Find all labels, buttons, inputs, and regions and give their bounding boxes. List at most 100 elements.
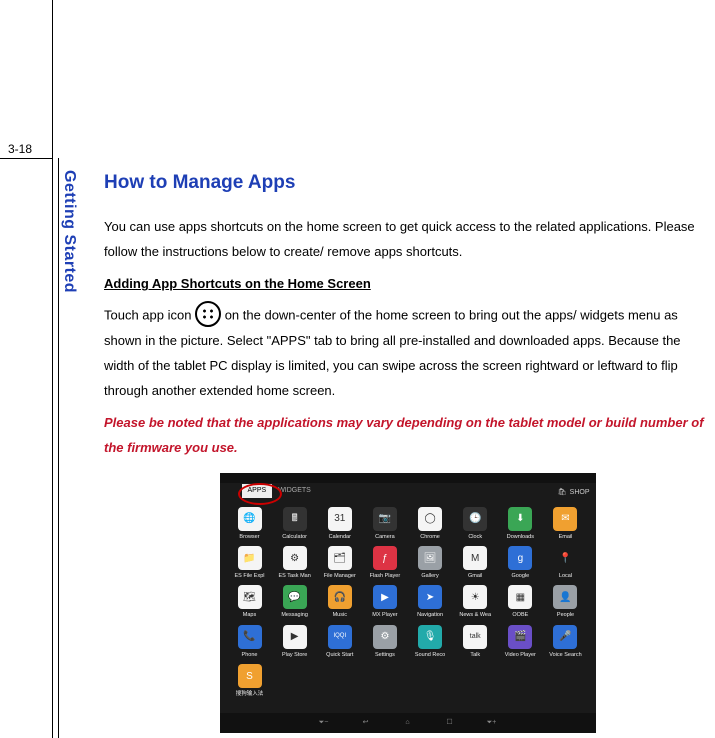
app-voice[interactable]: 🎤Voice Search — [547, 625, 583, 660]
app-es-file[interactable]: 📁ES File Expl — [232, 546, 268, 581]
shop-link[interactable]: 🛍 SHOP — [558, 486, 590, 499]
system-navbar: ⏷− ↩ ⌂ ☐ ⏷+ — [220, 713, 596, 733]
nav-arrow-icon: ➤ — [418, 585, 442, 609]
subheading: Adding App Shortcuts on the Home Screen — [104, 272, 711, 297]
app-chrome[interactable]: ◯Chrome — [412, 507, 448, 542]
volume-up-icon[interactable]: ⏷+ — [485, 716, 499, 730]
tablet-screenshot: APPS WIDGETS 🛍 SHOP 🌐Browser 🖩Calculator… — [220, 473, 596, 733]
apps-row: 📁ES File Expl ⚙ES Task Man 🗂File Manager… — [232, 546, 584, 581]
phone-icon: 📞 — [238, 625, 262, 649]
task-icon: ⚙ — [283, 546, 307, 570]
app-flash[interactable]: ƒFlash Player — [367, 546, 403, 581]
tab-widgets[interactable]: WIDGETS — [272, 484, 317, 498]
app-soundrec[interactable]: 🎙Sound Reco — [412, 625, 448, 660]
app-phone[interactable]: 📞Phone — [232, 625, 268, 660]
people-icon: 👤 — [553, 585, 577, 609]
sogou-icon: S — [238, 664, 262, 688]
news-icon: ☀ — [463, 585, 487, 609]
app-clock[interactable]: 🕒Clock — [457, 507, 493, 542]
video-icon: 🎬 — [508, 625, 532, 649]
shop-label: SHOP — [570, 486, 590, 499]
page-title: How to Manage Apps — [104, 165, 711, 201]
back-icon[interactable]: ↩ — [359, 716, 373, 730]
status-bar — [220, 473, 596, 483]
pin-icon: 📍 — [553, 546, 577, 570]
clock-icon: 🕒 — [463, 507, 487, 531]
app-es-task[interactable]: ⚙ES Task Man — [277, 546, 313, 581]
app-quickstart[interactable]: IQQIQuick Start — [322, 625, 358, 660]
app-email[interactable]: ✉Email — [547, 507, 583, 542]
voice-icon: 🎤 — [553, 625, 577, 649]
playstore-icon: ▶ — [283, 625, 307, 649]
page-number: 3-18 — [0, 142, 52, 156]
app-talk[interactable]: talkTalk — [457, 625, 493, 660]
calendar-icon: 31 — [328, 507, 352, 531]
calculator-icon: 🖩 — [283, 507, 307, 531]
apps-row: 🗺Maps 💬Messaging 🎧Music ▶MX Player ➤Navi… — [232, 585, 584, 620]
quickstart-icon: IQQI — [328, 625, 352, 649]
app-camera[interactable]: 📷Camera — [367, 507, 403, 542]
apps-grid: 🌐Browser 🖩Calculator 31Calendar 📷Camera … — [220, 499, 596, 700]
app-messaging[interactable]: 💬Messaging — [277, 585, 313, 620]
folder-icon: 📁 — [238, 546, 262, 570]
apps-row: 🌐Browser 🖩Calculator 31Calendar 📷Camera … — [232, 507, 584, 542]
margin-rule-inner — [58, 158, 59, 738]
globe-icon: 🌐 — [238, 507, 262, 531]
section-label: Getting Started — [60, 170, 78, 293]
flash-icon: ƒ — [373, 546, 397, 570]
music-icon: 🎧 — [328, 585, 352, 609]
tablet-screen: APPS WIDGETS 🛍 SHOP 🌐Browser 🖩Calculator… — [220, 473, 596, 733]
settings-icon: ⚙ — [373, 625, 397, 649]
apps-launcher-icon — [195, 301, 221, 327]
app-sogou[interactable]: S搜狗输入法 — [232, 664, 268, 699]
google-icon: g — [508, 546, 532, 570]
app-calculator[interactable]: 🖩Calculator — [277, 507, 313, 542]
mic-icon: 🎙 — [418, 625, 442, 649]
app-file-manager[interactable]: 🗂File Manager — [322, 546, 358, 581]
app-music[interactable]: 🎧Music — [322, 585, 358, 620]
intro-paragraph: You can use apps shortcuts on the home s… — [104, 215, 711, 264]
app-oobe[interactable]: ▦OOBE — [502, 585, 538, 620]
app-people[interactable]: 👤People — [547, 585, 583, 620]
app-downloads[interactable]: ⬇Downloads — [502, 507, 538, 542]
apps-row: S搜狗输入法 — [232, 664, 584, 699]
play-icon: ▶ — [373, 585, 397, 609]
app-gallery[interactable]: 🖼Gallery — [412, 546, 448, 581]
tab-apps[interactable]: APPS — [242, 484, 273, 498]
app-google[interactable]: gGoogle — [502, 546, 538, 581]
tab-bar: APPS WIDGETS 🛍 SHOP — [220, 483, 596, 499]
message-icon: 💬 — [283, 585, 307, 609]
download-icon: ⬇ — [508, 507, 532, 531]
app-navigation[interactable]: ➤Navigation — [412, 585, 448, 620]
app-playstore[interactable]: ▶Play Store — [277, 625, 313, 660]
recents-icon[interactable]: ☐ — [443, 716, 457, 730]
gmail-icon: M — [463, 546, 487, 570]
app-video[interactable]: 🎬Video Player — [502, 625, 538, 660]
camera-icon: 📷 — [373, 507, 397, 531]
manual-page: 3-18 Getting Started How to Manage Apps … — [0, 0, 715, 738]
app-gmail[interactable]: MGmail — [457, 546, 493, 581]
email-icon: ✉ — [553, 507, 577, 531]
app-mxplayer[interactable]: ▶MX Player — [367, 585, 403, 620]
maps-icon: 🗺 — [238, 585, 262, 609]
apps-row: 📞Phone ▶Play Store IQQIQuick Start ⚙Sett… — [232, 625, 584, 660]
home-icon[interactable]: ⌂ — [401, 716, 415, 730]
app-maps[interactable]: 🗺Maps — [232, 585, 268, 620]
app-calendar[interactable]: 31Calendar — [322, 507, 358, 542]
margin-rule-outer — [52, 0, 53, 738]
chrome-icon: ◯ — [418, 507, 442, 531]
talk-icon: talk — [463, 625, 487, 649]
instruction-paragraph: Touch app icon on the down-center of the… — [104, 303, 711, 403]
folder-icon: 🗂 — [328, 546, 352, 570]
para-rest: on the down-center of the home screen to… — [104, 308, 681, 398]
page-number-rule — [0, 158, 52, 159]
para-lead: Touch app icon — [104, 308, 191, 323]
app-settings[interactable]: ⚙Settings — [367, 625, 403, 660]
gallery-icon: 🖼 — [418, 546, 442, 570]
shop-icon: 🛍 — [558, 486, 567, 499]
app-news[interactable]: ☀News & Wea — [457, 585, 493, 620]
app-browser[interactable]: 🌐Browser — [232, 507, 268, 542]
oobe-icon: ▦ — [508, 585, 532, 609]
app-local[interactable]: 📍Local — [547, 546, 583, 581]
volume-down-icon[interactable]: ⏷− — [317, 716, 331, 730]
